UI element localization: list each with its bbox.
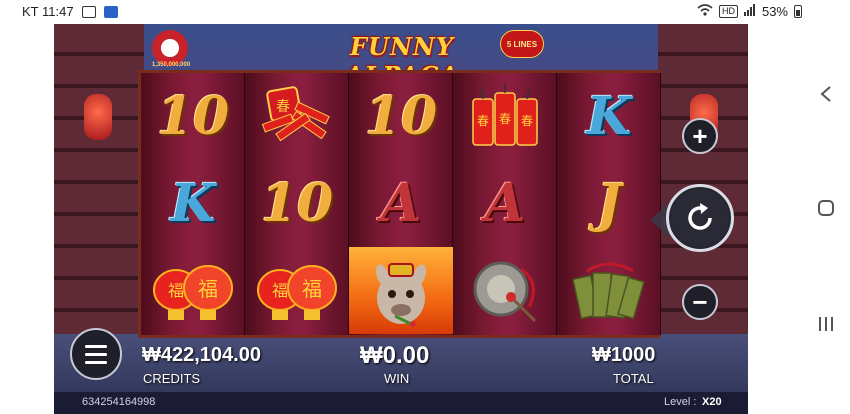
jackpot-amount: 1,350,000,000 — [151, 62, 191, 68]
jade-tablets-icon — [557, 247, 661, 334]
game-footer: 634254164998 Level : X20 — [54, 392, 748, 414]
reel-symbol: 10 — [260, 172, 334, 234]
reel-3: 10 A — [349, 73, 453, 335]
reel-symbol: 10 — [156, 85, 230, 147]
recents-icon[interactable] — [802, 304, 850, 344]
alpaca-wild-icon — [349, 247, 453, 334]
firecracker-bundle-icon: 春 — [245, 73, 349, 160]
reel-symbol: A — [484, 172, 526, 234]
reel-4: 春春春 A — [453, 73, 557, 335]
total-value: ₩1000 — [592, 344, 656, 366]
lantern-decoration — [84, 94, 112, 140]
svg-text:春: 春 — [499, 112, 511, 126]
reel-2: 春 10 福福 — [245, 73, 349, 335]
gong-icon — [453, 247, 557, 334]
level-value: X20 — [702, 396, 722, 408]
reel-symbol: 10 — [364, 85, 438, 147]
reel-5: K J — [557, 73, 661, 335]
battery-icon — [794, 5, 802, 18]
game-logo: FUNNY ALPACA — [296, 28, 508, 90]
credits-value: ₩422,104.00 — [142, 344, 261, 366]
level-label: Level : — [664, 396, 697, 408]
hd-badge: HD — [718, 5, 738, 18]
gallery-notification-icon — [81, 5, 96, 18]
lantern-fu-icon: 福福 — [245, 247, 349, 334]
reel-1: 10 K 福福 — [141, 73, 245, 335]
back-icon[interactable] — [802, 74, 850, 114]
svg-text:春: 春 — [521, 114, 533, 128]
bet-increase-button[interactable]: + — [682, 118, 718, 154]
spin-icon — [688, 203, 712, 230]
svg-text:春: 春 — [477, 114, 489, 128]
credits-label: CREDITS — [143, 371, 201, 386]
menu-button[interactable] — [70, 328, 122, 380]
svg-text:福: 福 — [198, 277, 218, 301]
bet-decrease-button[interactable]: − — [682, 284, 718, 320]
total-label: TOTAL — [613, 371, 654, 386]
app-notification-icon — [103, 5, 118, 18]
svg-text:春: 春 — [276, 99, 290, 115]
wifi-icon — [697, 4, 713, 19]
status-bar: KT 11:47 HD 53% — [0, 0, 850, 24]
win-label: WIN — [384, 371, 410, 386]
reel-symbol: K — [586, 85, 632, 147]
spin-button[interactable] — [666, 184, 734, 252]
slot-game: 1,350,000,000 FUNNY ALPACA 5 LINES 10 K … — [54, 24, 748, 414]
home-icon[interactable] — [802, 188, 850, 228]
firecracker-sticks-icon: 春春春 — [453, 73, 557, 160]
android-nav-bar — [802, 24, 850, 414]
svg-text:福: 福 — [272, 281, 288, 300]
signal-icon — [743, 4, 756, 19]
svg-text:福: 福 — [302, 277, 322, 301]
reel-symbol: J — [596, 172, 622, 234]
svg-text:福: 福 — [168, 281, 184, 300]
lines-badge: 5 LINES — [500, 30, 544, 58]
reel-symbol: K — [170, 172, 216, 234]
jackpot-icon — [152, 30, 188, 66]
reel-window: 10 K 福福 春 10 福福 10 A 春春春 A K J — [138, 70, 661, 338]
win-value: ₩0.00 — [360, 342, 430, 369]
reel-symbol: A — [380, 172, 422, 234]
battery-percent: 53% — [761, 4, 788, 19]
carrier-time: KT 11:47 — [22, 4, 74, 19]
game-id: 634254164998 — [82, 396, 156, 408]
lantern-fu-icon: 福福 — [141, 247, 245, 334]
